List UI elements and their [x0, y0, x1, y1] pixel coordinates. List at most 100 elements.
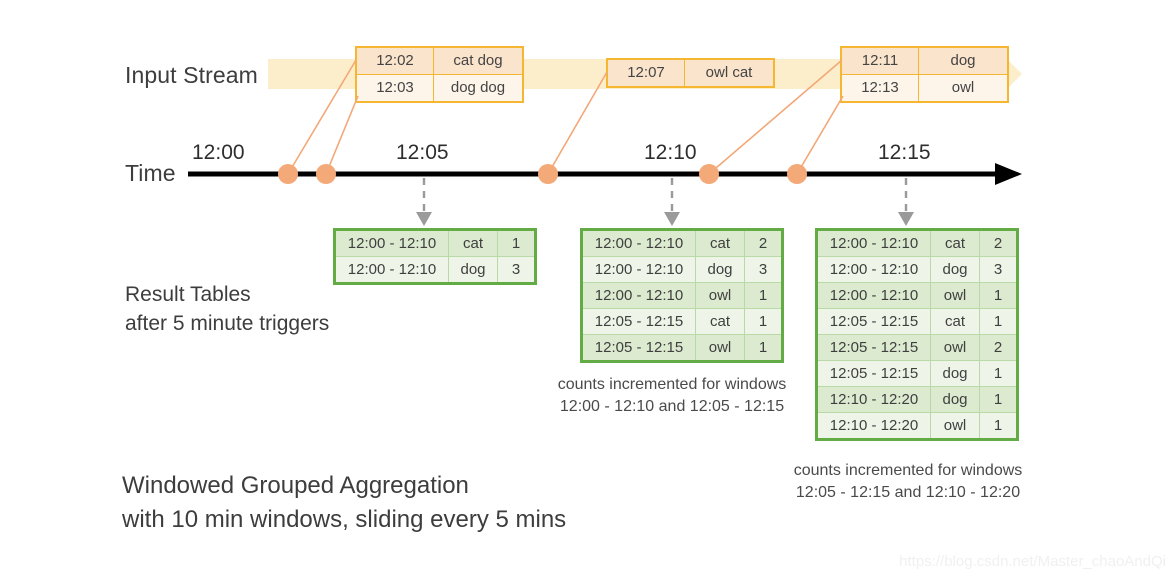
key-cell: owl	[930, 282, 980, 309]
event-time: 12:03	[355, 74, 434, 103]
key-cell: cat	[930, 308, 980, 335]
count-cell: 2	[744, 229, 783, 257]
table-row: 12:00 - 12:10 cat 1	[334, 229, 536, 257]
key-cell: cat	[695, 308, 745, 335]
result-table-1215: 12:00 - 12:10 cat 2 12:00 - 12:10 dog 3 …	[815, 228, 1019, 441]
key-cell: cat	[695, 229, 745, 257]
count-cell: 1	[497, 229, 536, 257]
window-cell: 12:05 - 12:15	[581, 308, 696, 335]
key-cell: cat	[448, 229, 498, 257]
event-dot	[278, 164, 298, 184]
key-cell: dog	[448, 256, 498, 284]
result-table: 12:00 - 12:10 cat 1 12:00 - 12:10 dog 3	[333, 228, 537, 285]
table-row: 12:00 - 12:10 owl 1	[816, 282, 1018, 309]
count-cell: 3	[979, 256, 1018, 283]
event-words: dog	[918, 46, 1009, 75]
tick-arrow-icon	[898, 212, 914, 226]
diagram-canvas: Input Stream 12:02 cat dog 12:03 dog dog…	[0, 0, 1172, 576]
event-time: 12:07	[606, 58, 685, 88]
result-tables-label-line1: Result Tables	[125, 283, 251, 306]
result-table: 12:00 - 12:10 cat 2 12:00 - 12:10 dog 3 …	[815, 228, 1019, 441]
result-table-1210-caption-line2: 12:00 - 12:10 and 12:05 - 12:15	[559, 398, 785, 415]
key-cell: owl	[930, 412, 980, 440]
event-table: 12:07 owl cat	[606, 58, 775, 88]
event-table: 12:11 dog 12:13 owl	[840, 46, 1009, 103]
table-row: 12:00 - 12:10 cat 2	[816, 229, 1018, 257]
count-cell: 1	[979, 386, 1018, 413]
table-row: 12:00 - 12:10 dog 3	[334, 256, 536, 284]
table-row: 12:00 - 12:10 dog 3	[816, 256, 1018, 283]
key-cell: dog	[930, 256, 980, 283]
window-cell: 12:00 - 12:10	[581, 256, 696, 283]
count-cell: 3	[744, 256, 783, 283]
table-row: 12:00 - 12:10 cat 2	[581, 229, 783, 257]
event-dot	[316, 164, 336, 184]
event-words: owl	[918, 74, 1009, 103]
input-event-table-2: 12:07 owl cat	[606, 58, 775, 88]
table-row: 12:05 - 12:15 cat 1	[581, 308, 783, 335]
tick-label-1205: 12:05	[396, 141, 449, 164]
event-time: 12:13	[840, 74, 919, 103]
table-row: 12:07 owl cat	[606, 58, 775, 88]
count-cell: 2	[979, 229, 1018, 257]
window-cell: 12:10 - 12:20	[816, 412, 931, 440]
result-table-1205: 12:00 - 12:10 cat 1 12:00 - 12:10 dog 3	[333, 228, 537, 285]
table-row: 12:13 owl	[840, 74, 1009, 103]
result-table-1215-caption-line1: counts incremented for windows	[793, 462, 1023, 479]
window-cell: 12:00 - 12:10	[816, 282, 931, 309]
window-cell: 12:00 - 12:10	[816, 256, 931, 283]
count-cell: 2	[979, 334, 1018, 361]
window-cell: 12:05 - 12:15	[581, 334, 696, 362]
window-cell: 12:05 - 12:15	[816, 334, 931, 361]
key-cell: owl	[930, 334, 980, 361]
count-cell: 1	[979, 282, 1018, 309]
tick-arrow-icon	[416, 212, 432, 226]
tick-label-1200: 12:00	[192, 141, 245, 164]
diagram-title-line1: Windowed Grouped Aggregation	[122, 472, 469, 499]
key-cell: dog	[930, 386, 980, 413]
event-table: 12:02 cat dog 12:03 dog dog	[355, 46, 524, 103]
tick-label-1215: 12:15	[878, 141, 931, 164]
input-stream-label: Input Stream	[125, 62, 258, 88]
event-time: 12:11	[840, 46, 919, 75]
table-row: 12:00 - 12:10 owl 1	[581, 282, 783, 309]
table-row: 12:10 - 12:20 dog 1	[816, 386, 1018, 413]
table-row: 12:02 cat dog	[355, 46, 524, 75]
input-event-table-3: 12:11 dog 12:13 owl	[840, 46, 1009, 103]
tick-label-1210: 12:10	[644, 141, 697, 164]
input-event-table-1: 12:02 cat dog 12:03 dog dog	[355, 46, 524, 103]
tick-arrow-icon	[664, 212, 680, 226]
event-time: 12:02	[355, 46, 434, 75]
window-cell: 12:00 - 12:10	[581, 229, 696, 257]
count-cell: 3	[497, 256, 536, 284]
result-table-1210-caption-line1: counts incremented for windows	[557, 376, 787, 393]
result-tables-label-line2: after 5 minute triggers	[125, 312, 330, 335]
key-cell: owl	[695, 334, 745, 362]
key-cell: dog	[695, 256, 745, 283]
window-cell: 12:05 - 12:15	[816, 308, 931, 335]
key-cell: cat	[930, 229, 980, 257]
result-table-1210: 12:00 - 12:10 cat 2 12:00 - 12:10 dog 3 …	[580, 228, 784, 363]
event-words: cat dog	[433, 46, 524, 75]
window-cell: 12:00 - 12:10	[581, 282, 696, 309]
event-dot	[699, 164, 719, 184]
count-cell: 1	[744, 334, 783, 362]
count-cell: 1	[979, 412, 1018, 440]
count-cell: 1	[744, 282, 783, 309]
result-table: 12:00 - 12:10 cat 2 12:00 - 12:10 dog 3 …	[580, 228, 784, 363]
result-table-1215-caption-line2: 12:05 - 12:15 and 12:10 - 12:20	[795, 484, 1021, 501]
table-row: 12:11 dog	[840, 46, 1009, 75]
event-words: dog dog	[433, 74, 524, 103]
count-cell: 1	[979, 360, 1018, 387]
table-row: 12:03 dog dog	[355, 74, 524, 103]
event-dot	[787, 164, 807, 184]
table-row: 12:05 - 12:15 dog 1	[816, 360, 1018, 387]
table-row: 12:10 - 12:20 owl 1	[816, 412, 1018, 440]
window-cell: 12:05 - 12:15	[816, 360, 931, 387]
time-axis-label: Time	[125, 160, 176, 186]
diagram-title-line2: with 10 min windows, sliding every 5 min…	[122, 506, 567, 533]
key-cell: dog	[930, 360, 980, 387]
connector-line	[325, 95, 359, 175]
event-dot	[538, 164, 558, 184]
connector-line	[796, 95, 844, 175]
